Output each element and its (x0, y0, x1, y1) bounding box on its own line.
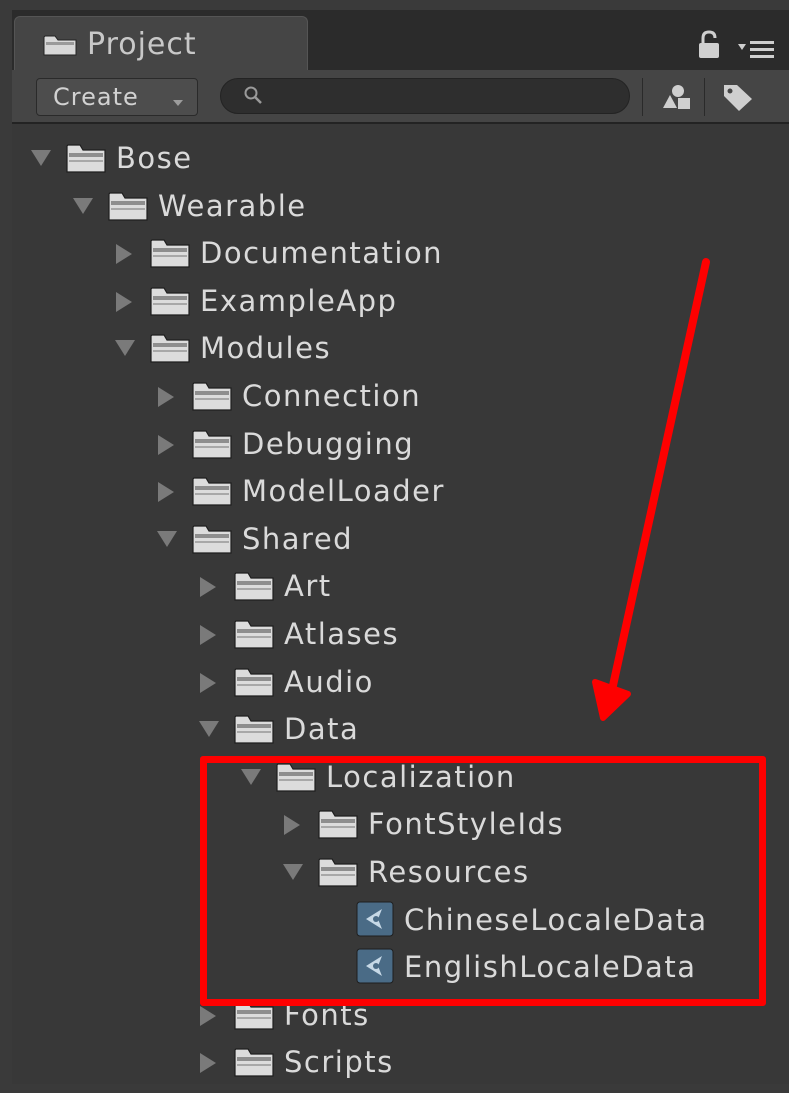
tree-item-label: Fonts (284, 997, 370, 1032)
search-icon (243, 85, 265, 111)
caret-down-icon (171, 93, 185, 112)
folder-icon (318, 856, 358, 892)
expanded-arrow-icon[interactable] (156, 529, 178, 553)
folder-icon (150, 237, 190, 273)
tree-item-label: Resources (368, 855, 530, 889)
collapsed-arrow-icon[interactable] (156, 386, 176, 412)
lock-icon[interactable] (696, 30, 722, 64)
expanded-arrow-icon[interactable] (30, 148, 52, 172)
folder-icon (234, 999, 274, 1035)
tree-row[interactable]: Data (12, 707, 772, 751)
expanded-arrow-icon[interactable] (282, 862, 304, 886)
menu-icon[interactable] (736, 38, 776, 64)
tree-row[interactable]: ExampleApp (12, 279, 772, 323)
tree-row[interactable]: Resources (12, 850, 772, 894)
tree-row[interactable]: Wearable (12, 184, 772, 228)
tree-item-label: ExampleApp (200, 283, 398, 318)
search-input[interactable] (271, 83, 615, 111)
folder-icon (234, 618, 274, 654)
folder-icon (192, 380, 232, 416)
folder-icon (276, 761, 316, 797)
tree-item-label: Wearable (158, 188, 307, 223)
collapsed-arrow-icon[interactable] (198, 672, 218, 698)
folder-icon (234, 1046, 274, 1082)
tree-row[interactable]: Fonts (12, 993, 772, 1037)
folder-icon (234, 713, 274, 749)
scriptable-object-icon (356, 948, 394, 988)
tree-item-label: FontStyleIds (368, 807, 565, 842)
filter-type-icon (663, 85, 690, 109)
collapsed-arrow-icon[interactable] (198, 576, 218, 602)
collapsed-arrow-icon[interactable] (114, 243, 134, 269)
tree-row[interactable]: Modules (12, 326, 772, 370)
tree-item-label: Data (284, 712, 360, 747)
tree-item-label: Atlases (284, 617, 400, 651)
tree-row[interactable]: Scripts (12, 1040, 772, 1084)
tree-row[interactable]: ChineseLocaleData (12, 898, 772, 942)
tree-row[interactable]: Bose (12, 136, 772, 180)
folder-icon (192, 428, 232, 464)
create-button-label: Create (53, 83, 139, 111)
tree-item-label: Scripts (284, 1045, 394, 1080)
filter-by-label-button[interactable] (704, 78, 767, 116)
collapsed-arrow-icon[interactable] (114, 291, 134, 317)
tree-row[interactable]: Atlases (12, 612, 772, 656)
folder-icon (192, 475, 232, 511)
create-button[interactable]: Create (36, 78, 198, 116)
search-box[interactable] (220, 78, 630, 114)
tree-row[interactable]: Documentation (12, 231, 772, 275)
tree-row[interactable]: FontStyleIds (12, 802, 772, 846)
folder-icon (66, 142, 106, 178)
tree-row[interactable]: Connection (12, 374, 772, 418)
tag-icon (724, 85, 752, 111)
tree-item-label: Modules (200, 331, 332, 366)
tree-item-label: Connection (242, 379, 422, 413)
tree-row[interactable]: Audio (12, 660, 772, 704)
tab-bar: Project (12, 10, 789, 70)
tree-item-label: Shared (242, 521, 354, 556)
collapsed-arrow-icon[interactable] (198, 1005, 218, 1031)
tree-item-label: Localization (326, 759, 516, 794)
tree-row[interactable]: Localization (12, 755, 772, 799)
collapsed-arrow-icon[interactable] (198, 624, 218, 650)
tree-item-label: Debugging (242, 426, 415, 461)
collapsed-arrow-icon[interactable] (282, 814, 302, 840)
project-tree: Bose Wearable Documentation ExampleApp Modul… (12, 10, 789, 1084)
tree-item-label: ModelLoader (242, 474, 445, 509)
tab-label: Project (87, 27, 197, 62)
folder-icon (318, 808, 358, 844)
expanded-arrow-icon[interactable] (198, 719, 220, 743)
folder-icon (108, 190, 148, 226)
toolbar: Create (12, 70, 789, 124)
folder-icon (234, 666, 274, 702)
expanded-arrow-icon[interactable] (240, 767, 262, 791)
collapsed-arrow-icon[interactable] (156, 434, 176, 460)
folder-icon (150, 332, 190, 368)
expanded-arrow-icon[interactable] (114, 338, 136, 362)
scriptable-object-icon (356, 901, 394, 941)
tree-item-label: Documentation (200, 236, 444, 271)
tree-item-label: Art (284, 569, 332, 604)
expanded-arrow-icon[interactable] (72, 196, 94, 220)
folder-icon (43, 33, 77, 61)
tree-item-label: ChineseLocaleData (404, 902, 708, 937)
tree-row[interactable]: Debugging (12, 422, 772, 466)
tree-item-label: Bose (116, 141, 193, 175)
tree-row[interactable]: Shared (12, 517, 772, 561)
folder-icon (150, 285, 190, 321)
collapsed-arrow-icon[interactable] (156, 481, 176, 507)
folder-icon (192, 523, 232, 559)
filter-by-type-button[interactable] (642, 78, 705, 116)
project-panel: Bose Wearable Documentation ExampleApp Modul… (12, 10, 789, 1084)
tree-row[interactable]: EnglishLocaleData (12, 945, 772, 989)
tree-item-label: Audio (284, 664, 374, 699)
tree-row[interactable]: Art (12, 564, 772, 608)
collapsed-arrow-icon[interactable] (198, 1052, 218, 1078)
tree-item-label: EnglishLocaleData (404, 950, 697, 985)
tree-row[interactable]: ModelLoader (12, 469, 772, 513)
tab-project[interactable]: Project (14, 16, 308, 70)
folder-icon (234, 570, 274, 606)
